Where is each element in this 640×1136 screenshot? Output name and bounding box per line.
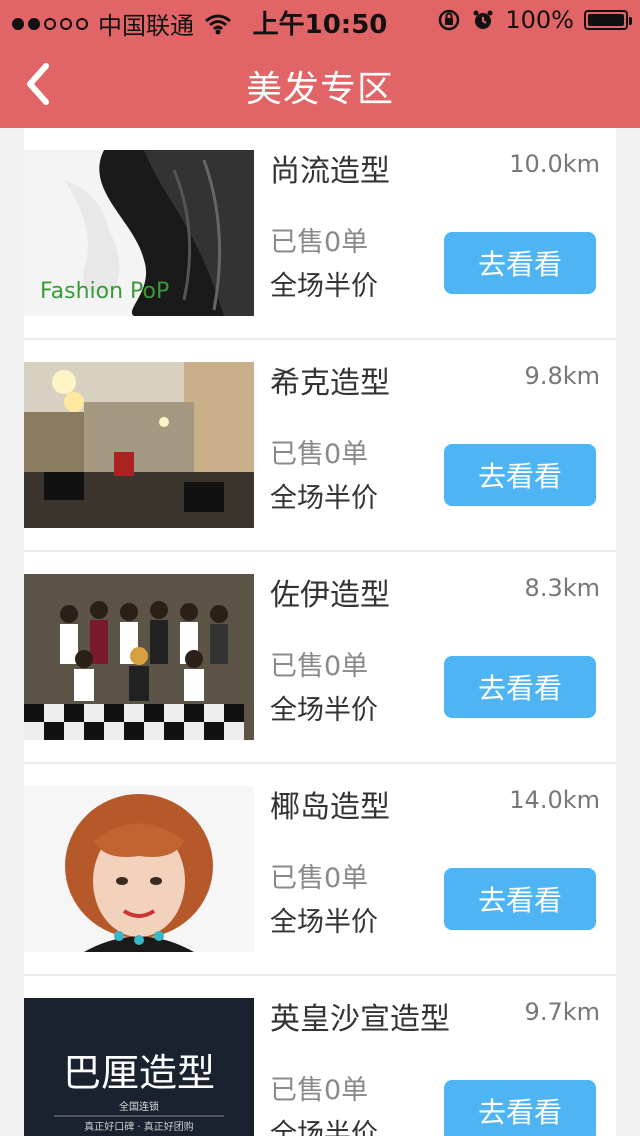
sold-count: 已售0单 <box>270 1075 369 1106</box>
image-tagline: 真正好口碑 · 真正好团购 <box>84 1120 194 1133</box>
shop-name: 尚流造型 <box>270 154 390 189</box>
sold-count: 已售0单 <box>270 863 369 894</box>
shop-image <box>24 786 254 952</box>
list-item[interactable]: 巴厘造型 全国连锁 真正好口碑 · 真正好团购 英皇沙宣造型 9.7km 已售0… <box>24 976 616 1136</box>
shop-image <box>24 574 254 740</box>
shop-distance: 9.7km <box>524 998 600 1026</box>
view-shop-button[interactable]: 去看看 <box>444 1080 596 1136</box>
shop-distance: 10.0km <box>509 150 600 178</box>
shop-name: 佐伊造型 <box>270 578 390 613</box>
sold-count: 已售0单 <box>270 651 369 682</box>
alarm-icon <box>471 8 495 32</box>
sold-count: 已售0单 <box>270 439 369 470</box>
list-item[interactable]: 希克造型 9.8km 已售0单 全场半价 去看看 <box>24 340 616 552</box>
nav-bar: 美发专区 <box>0 40 640 128</box>
battery-icon <box>584 10 632 30</box>
image-title: 巴厘造型 <box>63 1051 215 1095</box>
shop-name: 英皇沙宣造型 <box>270 1002 450 1037</box>
sold-count: 已售0单 <box>270 227 369 258</box>
view-shop-button[interactable]: 去看看 <box>444 868 596 930</box>
shop-image: Fashion PoP <box>24 150 254 316</box>
app-header: 中国联通 上午10:50 100% 美发专区 <box>0 0 640 128</box>
shop-name: 椰岛造型 <box>270 790 390 825</box>
shop-list: Fashion PoP 尚流造型 10.0km 已售0单 全场半价 去看看 希克… <box>24 128 616 1136</box>
shop-list-container[interactable]: Fashion PoP 尚流造型 10.0km 已售0单 全场半价 去看看 希克… <box>0 128 640 1136</box>
orientation-lock-icon <box>437 8 461 32</box>
list-item[interactable]: 椰岛造型 14.0km 已售0单 全场半价 去看看 <box>24 764 616 976</box>
page-title: 美发专区 <box>245 69 394 110</box>
view-shop-button[interactable]: 去看看 <box>444 656 596 718</box>
status-right: 100% <box>437 6 632 34</box>
list-item[interactable]: Fashion PoP 尚流造型 10.0km 已售0单 全场半价 去看看 <box>24 128 616 340</box>
shop-image <box>24 362 254 528</box>
shop-distance: 14.0km <box>509 786 600 814</box>
view-shop-button[interactable]: 去看看 <box>444 232 596 294</box>
shop-distance: 9.8km <box>524 362 600 390</box>
battery-tip <box>629 17 632 25</box>
image-caption: Fashion PoP <box>40 279 169 304</box>
shop-image: 巴厘造型 全国连锁 真正好口碑 · 真正好团购 <box>24 998 254 1136</box>
promo-text: 全场半价 <box>270 1119 378 1136</box>
image-subtitle: 全国连锁 <box>119 1100 159 1113</box>
promo-text: 全场半价 <box>270 695 378 726</box>
shop-distance: 8.3km <box>524 574 600 602</box>
battery-level <box>588 14 624 26</box>
promo-text: 全场半价 <box>270 271 378 302</box>
status-bar: 中国联通 上午10:50 100% <box>0 0 640 40</box>
promo-text: 全场半价 <box>270 483 378 514</box>
view-shop-button[interactable]: 去看看 <box>444 444 596 506</box>
list-item[interactable]: 佐伊造型 8.3km 已售0单 全场半价 去看看 <box>24 552 616 764</box>
battery-percent: 100% <box>505 6 574 34</box>
promo-text: 全场半价 <box>270 907 378 938</box>
shop-name: 希克造型 <box>270 366 390 401</box>
